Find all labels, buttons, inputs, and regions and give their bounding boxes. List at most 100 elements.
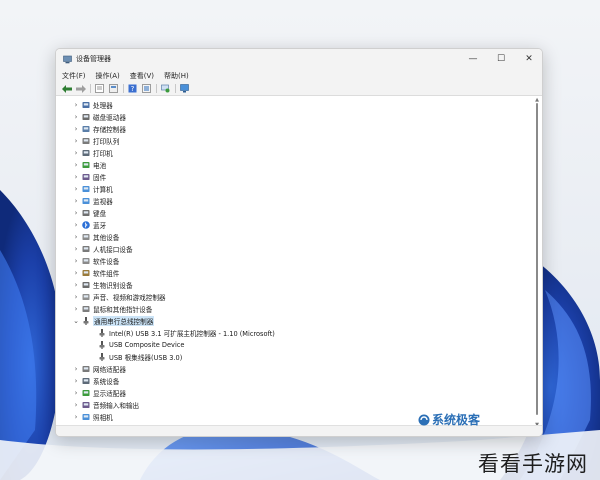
- tree-item-label: 存储控制器: [93, 126, 126, 134]
- chevron-right-icon[interactable]: ›: [72, 305, 80, 313]
- tree-category-row[interactable]: › 显示适配器: [56, 387, 526, 399]
- close-button[interactable]: ✕: [515, 49, 542, 69]
- tree-item-label: 其他设备: [93, 234, 120, 242]
- scan-hardware-icon[interactable]: [160, 84, 171, 94]
- tree-category-row[interactable]: › 其他设备: [56, 231, 526, 243]
- tree-category-row[interactable]: › 音频输入和输出: [56, 399, 526, 411]
- tree-category-row[interactable]: › 监视器: [56, 195, 526, 207]
- tree-item-label: 蓝牙: [93, 222, 107, 230]
- chevron-right-icon[interactable]: ›: [72, 149, 80, 157]
- chevron-right-icon[interactable]: ›: [72, 197, 80, 205]
- chevron-right-icon[interactable]: ›: [72, 401, 80, 409]
- chevron-down-icon[interactable]: ⌄: [72, 317, 80, 325]
- tree-device-row[interactable]: Intel(R) USB 3.1 可扩展主机控制器 - 1.10 (Micros…: [56, 327, 526, 339]
- help-icon[interactable]: ?: [127, 84, 138, 94]
- chevron-right-icon[interactable]: ›: [72, 209, 80, 217]
- tree-item-label: 声音、视频和游戏控制器: [93, 294, 166, 302]
- watermark-logo: 系统极客: [418, 411, 480, 428]
- tree-category-row[interactable]: ⌄ 通用串行总线控制器: [56, 315, 526, 327]
- tree-category-row[interactable]: › 鼠标和其他指针设备: [56, 303, 526, 315]
- toolbar-separator: [175, 84, 176, 93]
- chevron-right-icon[interactable]: ›: [72, 269, 80, 277]
- scroll-up-icon[interactable]: ▲: [534, 97, 540, 103]
- system-device-icon: [82, 377, 90, 385]
- chevron-right-icon[interactable]: ›: [72, 185, 80, 193]
- chevron-right-icon[interactable]: ›: [72, 389, 80, 397]
- svg-text:?: ?: [131, 85, 135, 93]
- menu-help[interactable]: 帮助(H): [164, 71, 189, 81]
- tree-category-row[interactable]: › 磁盘驱动器: [56, 111, 526, 123]
- hid-icon: [82, 245, 90, 253]
- menu-action[interactable]: 操作(A): [96, 71, 120, 81]
- tree-item-label: 软件组件: [93, 270, 120, 278]
- forward-arrow-icon[interactable]: [75, 84, 86, 94]
- tree-device-row[interactable]: USB 根集线器(USB 3.0): [56, 351, 526, 363]
- tree-category-row[interactable]: › 打印队列: [56, 135, 526, 147]
- menu-file[interactable]: 文件(F): [62, 71, 86, 81]
- update-driver-icon[interactable]: [141, 84, 152, 94]
- tree-category-row[interactable]: › 生物识别设备: [56, 279, 526, 291]
- tree-device-row[interactable]: USB Composite Device: [56, 339, 526, 351]
- tree-category-row[interactable]: › 计算机: [56, 183, 526, 195]
- tree-category-row[interactable]: › 固件: [56, 171, 526, 183]
- chevron-right-icon[interactable]: ›: [72, 365, 80, 373]
- title-bar[interactable]: 设备管理器 — ☐ ✕: [56, 49, 542, 69]
- hardware-view-icon[interactable]: [108, 84, 119, 94]
- tree-category-row[interactable]: › 声音、视频和游戏控制器: [56, 291, 526, 303]
- tree-category-row[interactable]: › 软件设备: [56, 255, 526, 267]
- minimize-button[interactable]: —: [459, 49, 487, 69]
- tree-item-label: 打印机: [93, 150, 113, 158]
- maximize-button[interactable]: ☐: [487, 49, 515, 69]
- tree-category-row[interactable]: › 蓝牙: [56, 219, 526, 231]
- tree-item-label: 生物识别设备: [93, 282, 133, 290]
- tree-category-row[interactable]: › 软件组件: [56, 267, 526, 279]
- chevron-right-icon[interactable]: ›: [72, 281, 80, 289]
- chevron-right-icon[interactable]: ›: [72, 233, 80, 241]
- chevron-right-icon[interactable]: ›: [72, 125, 80, 133]
- printer-icon: [82, 149, 90, 157]
- tree-category-row[interactable]: › 系统设备: [56, 375, 526, 387]
- back-arrow-icon[interactable]: [61, 84, 72, 94]
- chevron-right-icon[interactable]: ›: [72, 137, 80, 145]
- tree-item-label: 处理器: [93, 102, 113, 110]
- tree-item-label: 照相机: [93, 414, 113, 422]
- tree-category-row[interactable]: › 人机接口设备: [56, 243, 526, 255]
- usb-icon: [98, 353, 106, 361]
- chevron-right-icon[interactable]: ›: [72, 245, 80, 253]
- chevron-right-icon[interactable]: ›: [72, 173, 80, 181]
- tree-item-label: 磁盘驱动器: [93, 114, 126, 122]
- chevron-right-icon[interactable]: ›: [72, 293, 80, 301]
- tree-item-label: 电池: [93, 162, 107, 170]
- vertical-scrollbar[interactable]: ▲ ▼: [534, 97, 540, 428]
- monitor-icon[interactable]: [179, 84, 190, 94]
- toolbar-separator: [156, 84, 157, 93]
- chevron-right-icon[interactable]: ›: [72, 101, 80, 109]
- chevron-right-icon[interactable]: ›: [72, 221, 80, 229]
- watermark-brand-text: 系统极客: [432, 413, 481, 427]
- tree-item-label: 打印队列: [93, 138, 120, 146]
- tree-category-row[interactable]: › 电池: [56, 159, 526, 171]
- scrollbar-thumb[interactable]: [536, 103, 538, 415]
- tree-category-row[interactable]: › 网络适配器: [56, 363, 526, 375]
- watermark-site-name: 看看手游网: [478, 452, 588, 476]
- device-tree[interactable]: › 处理器 › 磁盘驱动器 › 存储控制器 › 打印队列 › 打印机 › 电池 › 固件 › 计算机 › 监视器 ›…: [56, 97, 534, 427]
- tree-category-row[interactable]: › 存储控制器: [56, 123, 526, 135]
- toolbar-separator: [123, 84, 124, 93]
- chevron-right-icon[interactable]: ›: [72, 113, 80, 121]
- tree-item-label: USB Composite Device: [109, 341, 185, 349]
- device-manager-window: 设备管理器 — ☐ ✕ 文件(F) 操作(A) 查看(V) 帮助(H) ? › 处…: [55, 48, 543, 437]
- menu-view[interactable]: 查看(V): [130, 71, 154, 81]
- tree-category-row[interactable]: › 键盘: [56, 207, 526, 219]
- chevron-right-icon[interactable]: ›: [72, 161, 80, 169]
- tree-category-row[interactable]: › 处理器: [56, 99, 526, 111]
- chevron-right-icon[interactable]: ›: [72, 377, 80, 385]
- storage-controller-icon: [82, 125, 90, 133]
- tree-item-label: 软件设备: [93, 258, 120, 266]
- camera-icon: [82, 413, 90, 421]
- tree-item-label: 系统设备: [93, 378, 120, 386]
- properties-icon[interactable]: [94, 84, 105, 94]
- chevron-right-icon[interactable]: ›: [72, 413, 80, 421]
- tree-category-row[interactable]: › 打印机: [56, 147, 526, 159]
- cpu-icon: [82, 101, 90, 109]
- chevron-right-icon[interactable]: ›: [72, 257, 80, 265]
